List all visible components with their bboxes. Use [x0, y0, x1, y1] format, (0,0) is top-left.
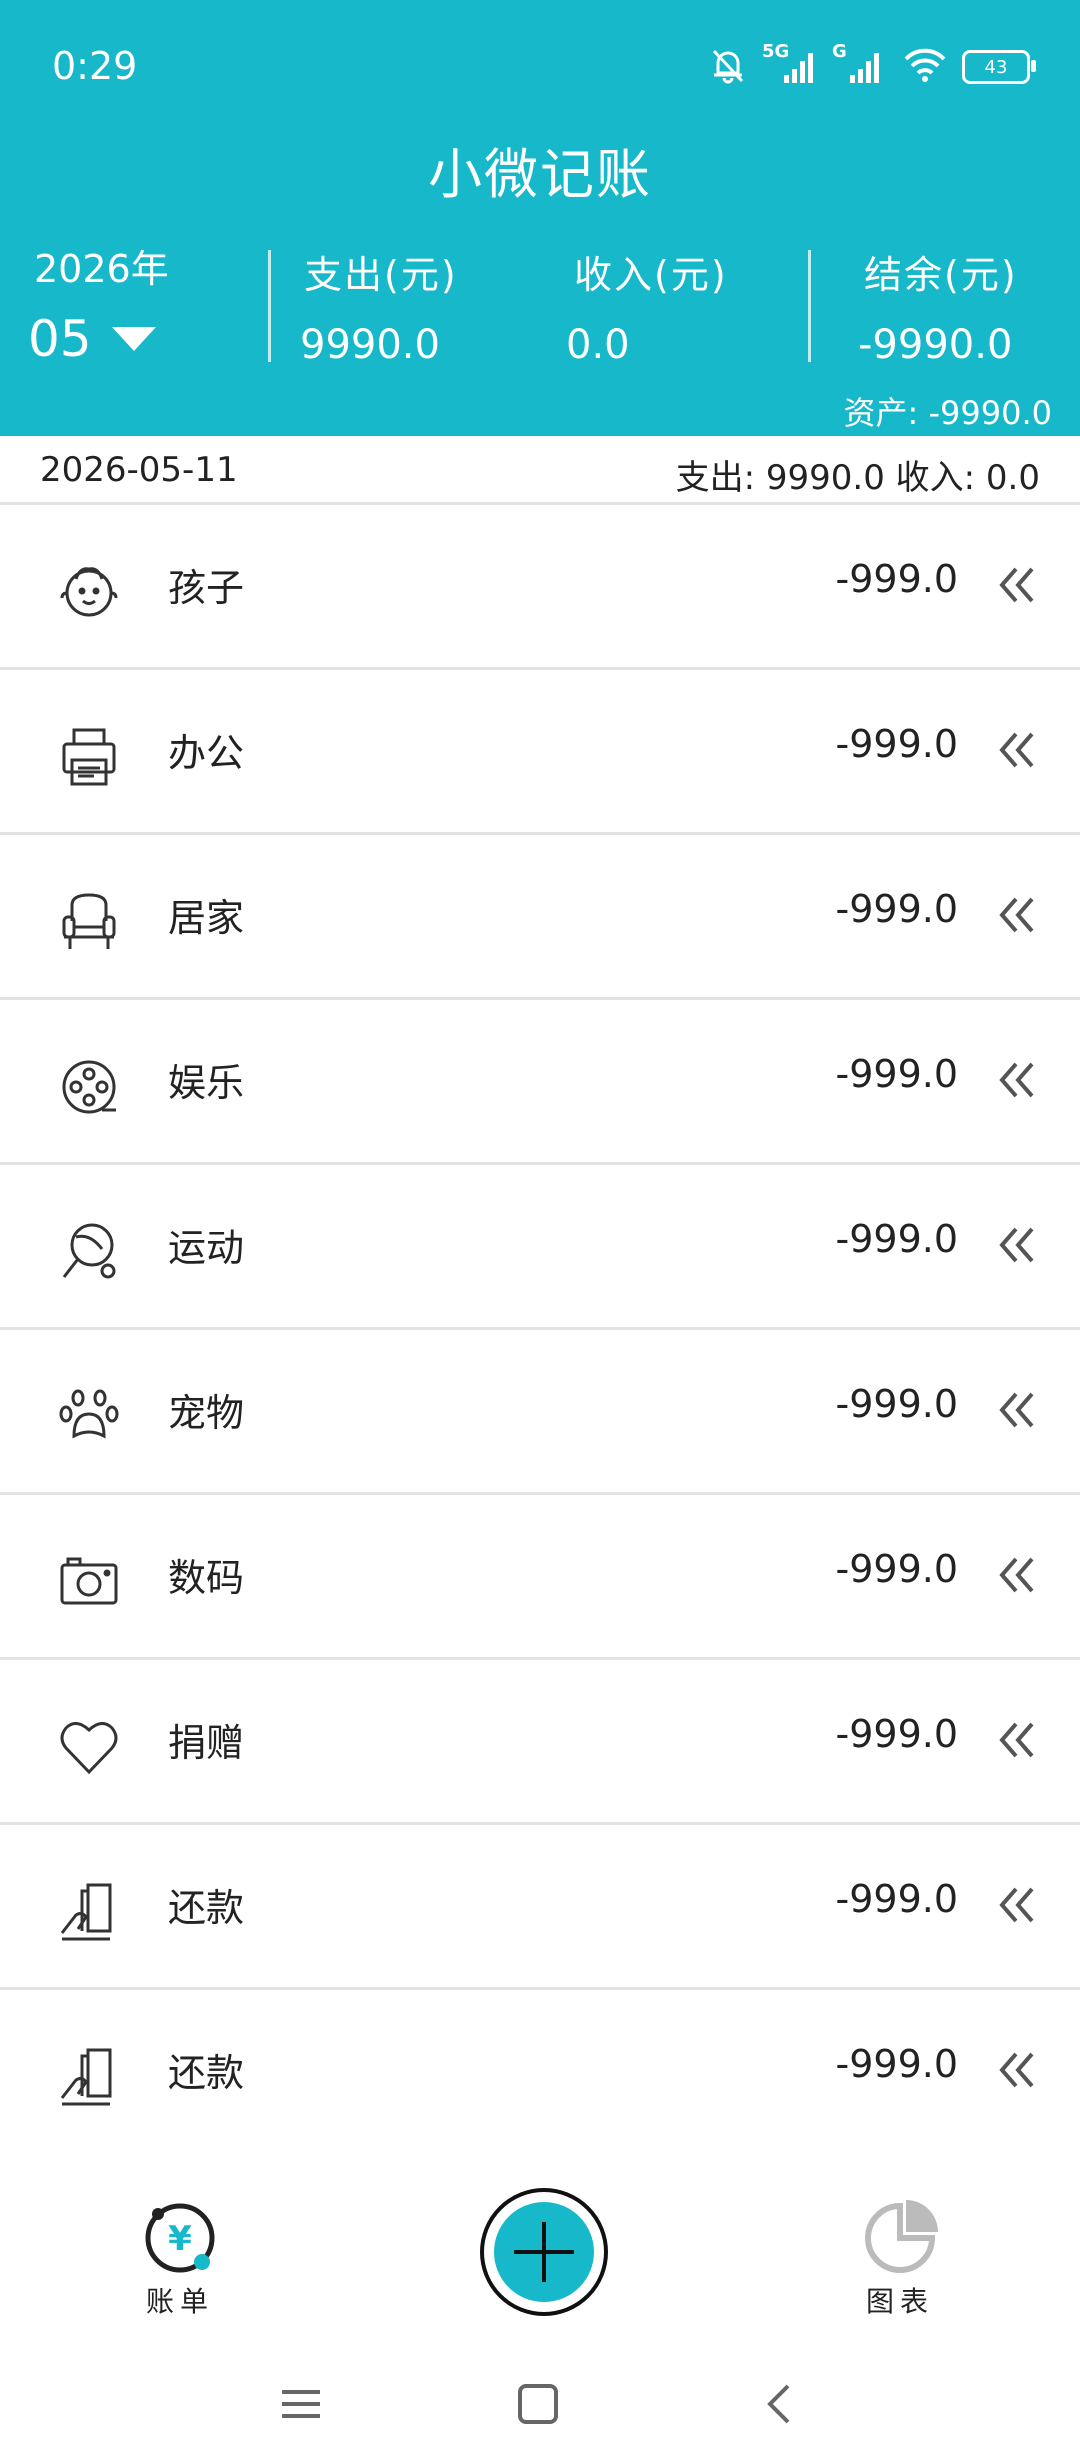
home-square-icon[interactable] [518, 2384, 558, 2424]
list-item[interactable]: 居家 -999.0 [0, 835, 1080, 1000]
item-amount: -999.0 [835, 557, 959, 601]
chevrons-left-icon[interactable] [990, 722, 1046, 778]
list-item[interactable]: 数码 -999.0 [0, 1495, 1080, 1660]
item-label: 孩子 [168, 566, 245, 610]
chevrons-left-icon[interactable] [990, 2042, 1046, 2098]
item-label: 还款 [168, 2051, 245, 2095]
transaction-list: 孩子 -999.0 办公 -999.0 居家 -999.0 娱乐 -999.0 … [0, 505, 1080, 2155]
paw-icon [54, 1382, 124, 1452]
asset-total: 资产: -9990.0 [843, 394, 1052, 432]
list-item[interactable]: 运动 -999.0 [0, 1165, 1080, 1330]
nav-charts-label: 图表 [865, 2285, 934, 2318]
status-bar: 0:29 5G G 43 [0, 0, 1080, 130]
back-icon[interactable] [767, 2384, 790, 2424]
day-date: 2026-05-11 [40, 450, 238, 490]
menu-icon[interactable] [282, 2390, 320, 2418]
item-label: 居家 [168, 896, 245, 940]
bell-muted-icon [708, 45, 748, 89]
day-summary-row: 2026-05-11 支出: 9990.0 收入: 0.0 [0, 436, 1080, 505]
app-header: 0:29 5G G 43 小微记账 2026年 05 支出(元) 9990.0 … [0, 0, 1080, 436]
month-value: 05 [28, 310, 92, 368]
list-item[interactable]: 孩子 -999.0 [0, 505, 1080, 670]
month-picker[interactable]: 05 [28, 310, 156, 368]
chevrons-left-icon[interactable] [990, 1877, 1046, 1933]
item-amount: -999.0 [835, 722, 959, 766]
item-amount: -999.0 [835, 1382, 959, 1426]
expense-label: 支出(元) [304, 253, 458, 297]
balance-value: -9990.0 [858, 322, 1013, 368]
heart-icon [54, 1712, 124, 1782]
list-item[interactable]: 还款 -999.0 [0, 1990, 1080, 2155]
status-time: 0:29 [52, 44, 138, 88]
baby-icon [54, 557, 124, 627]
signal-5g-icon: 5G [762, 41, 818, 87]
status-icons: 5G G 43 [708, 41, 1036, 90]
year-label[interactable]: 2026年 [34, 238, 169, 293]
hand-card-icon [54, 2042, 124, 2112]
item-amount: -999.0 [835, 1217, 959, 1261]
nav-charts[interactable]: 图表 [850, 2200, 950, 2320]
printer-icon [54, 722, 124, 792]
ping-pong-icon [54, 1217, 124, 1287]
signal-g-icon: G [832, 41, 888, 87]
chevrons-left-icon[interactable] [990, 887, 1046, 943]
armchair-icon [54, 887, 124, 957]
add-record-button[interactable] [480, 2188, 608, 2316]
balance-label: 结余(元) [864, 253, 1018, 297]
chevrons-left-icon[interactable] [990, 1217, 1046, 1273]
item-label: 数码 [168, 1556, 245, 1600]
item-amount: -999.0 [835, 1547, 959, 1591]
list-item[interactable]: 办公 -999.0 [0, 670, 1080, 835]
divider [808, 250, 811, 362]
item-label: 娱乐 [168, 1061, 245, 1105]
list-item[interactable]: 宠物 -999.0 [0, 1330, 1080, 1495]
wifi-icon [902, 45, 948, 89]
nav-bills-label: 账单 [145, 2285, 214, 2318]
day-summary: 支出: 9990.0 收入: 0.0 [675, 458, 1040, 498]
camera-icon [54, 1547, 124, 1617]
chevrons-left-icon[interactable] [990, 1712, 1046, 1768]
chevrons-left-icon[interactable] [990, 1382, 1046, 1438]
pie-chart-icon [865, 2200, 938, 2273]
yuan-bill-icon: ¥ [145, 2203, 215, 2273]
chevrons-left-icon[interactable] [990, 557, 1046, 613]
item-amount: -999.0 [835, 1052, 959, 1096]
system-nav-bar [0, 2340, 1080, 2460]
item-amount: -999.0 [835, 1712, 959, 1756]
item-amount: -999.0 [835, 887, 959, 931]
expense-value: 9990.0 [300, 322, 440, 368]
list-item[interactable]: 还款 -999.0 [0, 1825, 1080, 1990]
divider [268, 250, 271, 362]
caret-down-icon [111, 327, 156, 351]
income-value: 0.0 [566, 322, 630, 368]
list-item[interactable]: 娱乐 -999.0 [0, 1000, 1080, 1165]
svg-text:¥: ¥ [168, 2219, 192, 2259]
item-label: 运动 [168, 1226, 245, 1270]
battery-icon: 43 [962, 50, 1036, 84]
item-label: 捐赠 [168, 1721, 245, 1765]
plus-icon [494, 2202, 594, 2302]
chevrons-left-icon[interactable] [990, 1547, 1046, 1603]
list-item[interactable]: 捐赠 -999.0 [0, 1660, 1080, 1825]
item-label: 宠物 [168, 1391, 245, 1435]
income-label: 收入(元) [574, 253, 728, 297]
item-label: 还款 [168, 1886, 245, 1930]
hand-card-icon [54, 1877, 124, 1947]
item-amount: -999.0 [835, 2042, 959, 2086]
chevrons-left-icon[interactable] [990, 1052, 1046, 1108]
nav-bills[interactable]: ¥ 账单 [130, 2200, 230, 2320]
app-title: 小微记账 [428, 143, 652, 206]
film-reel-icon [54, 1052, 124, 1122]
item-amount: -999.0 [835, 1877, 959, 1921]
item-label: 办公 [168, 731, 245, 775]
